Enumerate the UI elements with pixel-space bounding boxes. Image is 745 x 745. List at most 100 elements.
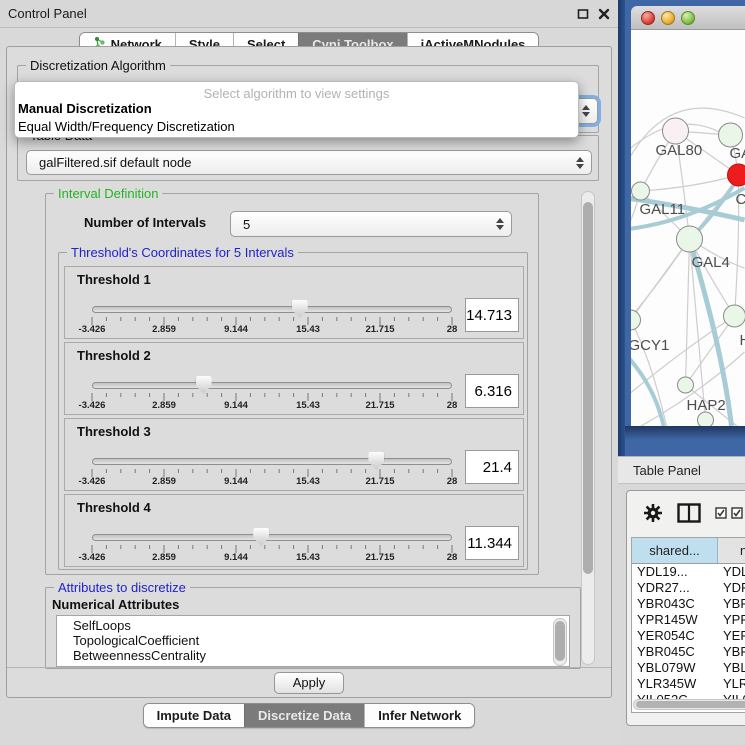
- bottom-tab-bar: Impute DataDiscretize Data Infer Network: [0, 703, 618, 728]
- attribute-list-item[interactable]: TopologicalCoefficient: [57, 633, 569, 648]
- network-canvas[interactable]: GAL80 GA C GAL11 GAL4 GCY1 H HAP2: [631, 30, 745, 426]
- table-row[interactable]: YBR043CYBR0: [632, 596, 745, 612]
- column-header-name[interactable]: n: [718, 538, 745, 563]
- slider-track[interactable]: [92, 306, 452, 313]
- slider-track[interactable]: [92, 534, 452, 541]
- attributes-group: Attributes to discretize Numerical Attri…: [45, 587, 581, 669]
- table-row[interactable]: YDR27...YDR2: [632, 580, 745, 596]
- slider-thumb[interactable]: [368, 452, 384, 470]
- gear-icon[interactable]: [643, 503, 663, 523]
- scale-label: 2.859: [152, 552, 176, 563]
- checkbox-checked-icon[interactable]: [731, 507, 743, 519]
- threshold-label: Threshold 1: [77, 272, 151, 287]
- table-row[interactable]: YLR345WYLR3: [632, 676, 745, 692]
- scale-label: 15.43: [296, 552, 320, 563]
- node-gal11: [632, 182, 650, 200]
- table-row[interactable]: YBR045CYBR0: [632, 644, 745, 660]
- cell-name[interactable]: YBR0: [718, 596, 745, 612]
- cell-shared-name[interactable]: YPR145W: [632, 612, 718, 628]
- threshold-1-value-field[interactable]: [465, 298, 519, 332]
- threshold-label: Threshold 4: [77, 500, 151, 515]
- column-header-shared-name[interactable]: shared...: [632, 538, 718, 563]
- bottom-tab-discretize-data[interactable]: Discretize Data: [244, 704, 364, 727]
- panel-scrollbar[interactable]: [581, 191, 595, 665]
- apply-button[interactable]: Apply: [274, 672, 345, 694]
- scale-label: 21.715: [365, 552, 394, 563]
- threshold-4-value-field[interactable]: [465, 526, 519, 560]
- bottom-tab-infer-network[interactable]: Infer Network: [364, 704, 474, 727]
- menu-item-equal-width-frequency[interactable]: Equal Width/Frequency Discretization: [18, 119, 235, 134]
- table-row[interactable]: YPR145WYPR1: [632, 612, 745, 628]
- scale-label: 28: [447, 324, 458, 335]
- attribute-list-item[interactable]: SelfLoops: [57, 618, 569, 633]
- cell-shared-name[interactable]: YDR27...: [632, 580, 718, 596]
- scale-label: 9.144: [224, 324, 248, 335]
- close-icon[interactable]: [598, 8, 610, 20]
- cell-shared-name[interactable]: YBR043C: [632, 596, 718, 612]
- threshold-3-value-field[interactable]: [465, 450, 519, 484]
- checkbox-checked-icon[interactable]: [715, 507, 727, 519]
- table-row[interactable]: YDL19...YDL1: [632, 564, 745, 580]
- algorithm-dropdown-popup: Select algorithm to view settings Manual…: [14, 81, 579, 138]
- attribute-list-item[interactable]: BetweennessCentrality: [57, 648, 569, 663]
- cell-name[interactable]: YPR1: [718, 612, 745, 628]
- label-h-partial: H: [740, 332, 745, 349]
- node-gal4: [677, 226, 703, 252]
- scale-label: -3.426: [79, 476, 106, 487]
- num-intervals-label: Number of Intervals: [84, 215, 206, 230]
- zoom-traffic-light[interactable]: [681, 11, 695, 25]
- cell-name[interactable]: YDR2: [718, 580, 745, 596]
- label-ga-partial: GA: [730, 145, 745, 162]
- node-hap2: [678, 377, 694, 393]
- close-traffic-light[interactable]: [641, 11, 655, 25]
- table-row[interactable]: YBL079WYBL0: [632, 660, 745, 676]
- bottom-tab-impute-data[interactable]: Impute Data: [144, 704, 244, 727]
- menu-item-manual-discretization[interactable]: Manual Discretization: [18, 101, 152, 116]
- label-c-partial: C: [736, 191, 745, 208]
- cell-shared-name[interactable]: YBR045C: [632, 644, 718, 660]
- scale-label: 9.144: [224, 476, 248, 487]
- network-graph: GAL80 GA C GAL11 GAL4 GCY1 H HAP2: [631, 30, 745, 426]
- node-selected-red: [728, 164, 745, 186]
- control-panel-titlebar: Control Panel: [0, 0, 618, 28]
- slider-thumb[interactable]: [253, 528, 269, 546]
- tab-label: Infer Network: [378, 704, 461, 727]
- node-gcy1: [631, 310, 641, 330]
- split-pane-icon[interactable]: [677, 503, 701, 523]
- scale-label: 2.859: [152, 476, 176, 487]
- scale-label: 28: [447, 476, 458, 487]
- cell-name[interactable]: YDL1: [718, 564, 745, 580]
- cell-shared-name[interactable]: YER054C: [632, 628, 718, 644]
- minimize-traffic-light[interactable]: [661, 11, 675, 25]
- cell-name[interactable]: YER0: [718, 628, 745, 644]
- slider-thumb[interactable]: [292, 300, 308, 318]
- table-data-combobox[interactable]: galFiltered.sif default node: [26, 150, 592, 175]
- slider-ticks: [91, 545, 453, 554]
- cell-shared-name[interactable]: YLR345W: [632, 676, 718, 692]
- scale-label: 15.43: [296, 476, 320, 487]
- cell-name[interactable]: YBR0: [718, 644, 745, 660]
- cell-name[interactable]: YBL0: [718, 660, 745, 676]
- apply-bar: Apply: [7, 667, 611, 697]
- scale-label: 15.43: [296, 324, 320, 335]
- cell-shared-name[interactable]: YBL079W: [632, 660, 718, 676]
- threshold-4-box: Threshold 4-3.4262.8599.14415.4321.71528: [64, 494, 524, 567]
- threshold-label: Threshold 3: [77, 424, 151, 439]
- num-intervals-combobox[interactable]: 5: [230, 211, 512, 237]
- table-horizontal-scrollbar[interactable]: [633, 699, 745, 710]
- control-panel: Control Panel NetworkStyleSelectCyni Too…: [0, 0, 618, 745]
- table-row[interactable]: YER054CYER0: [632, 628, 745, 644]
- float-icon[interactable]: [577, 8, 589, 20]
- slider-ticks: [91, 469, 453, 478]
- scale-label: 28: [447, 400, 458, 411]
- slider-track[interactable]: [92, 458, 452, 465]
- num-intervals-value: 5: [243, 217, 250, 232]
- attributes-list-scrollbar[interactable]: [553, 618, 567, 666]
- table-panel-card: shared... n YDL19...YDL1YDR27...YDR2YBR0…: [626, 490, 745, 726]
- slider-thumb[interactable]: [196, 376, 212, 394]
- cell-shared-name[interactable]: YDL19...: [632, 564, 718, 580]
- table-data-value: galFiltered.sif default node: [39, 155, 191, 170]
- threshold-2-value-field[interactable]: [465, 374, 519, 408]
- cell-name[interactable]: YLR3: [718, 676, 745, 692]
- slider-track[interactable]: [92, 382, 452, 389]
